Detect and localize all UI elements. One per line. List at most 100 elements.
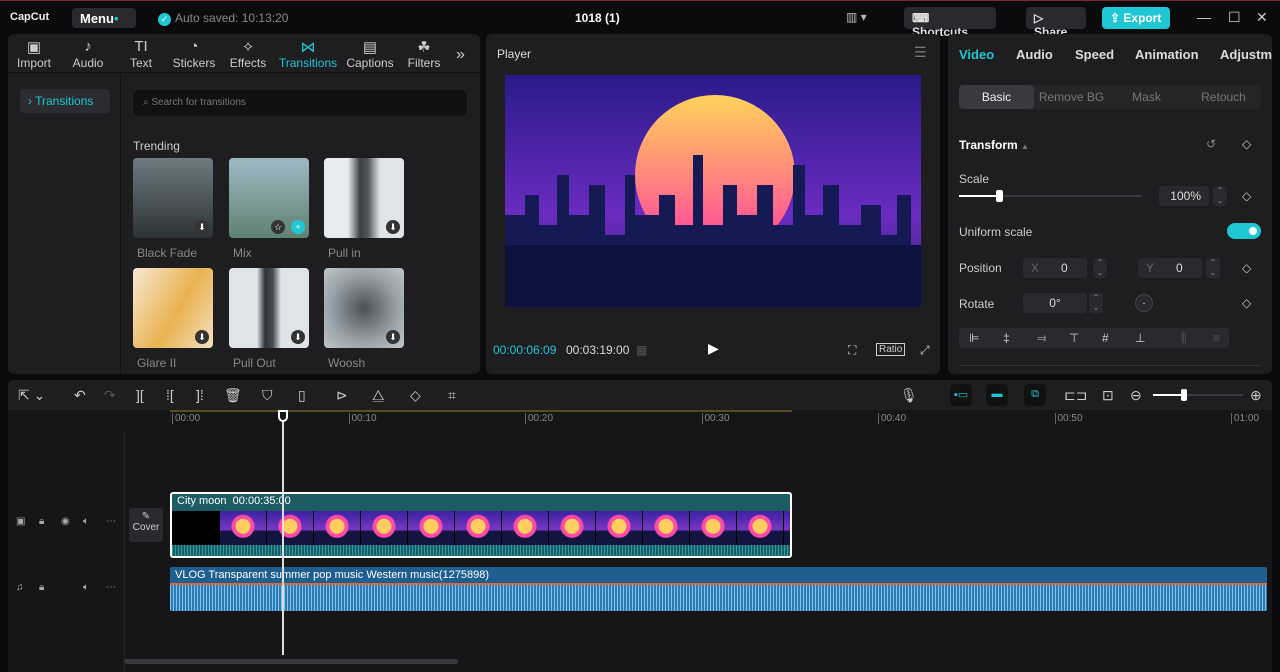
tab-captions[interactable]: ▤ Captions bbox=[342, 38, 398, 70]
transition-pull-in[interactable]: ⬇ bbox=[324, 158, 404, 238]
more-tabs-icon[interactable]: » bbox=[456, 46, 465, 64]
auto-snap-icon[interactable]: ▬ bbox=[986, 384, 1008, 406]
distribute-v-icon[interactable]: ≡ bbox=[1213, 331, 1220, 345]
volume-icon[interactable]: 🔈︎ bbox=[83, 516, 89, 527]
scale-stepper[interactable]: ⌃ ⌄ bbox=[1213, 186, 1227, 206]
align-left-icon[interactable]: ⊫ bbox=[969, 331, 979, 345]
transition-woosh[interactable]: ⬇ bbox=[324, 268, 404, 348]
preview-zoom-icon[interactable]: ⊡ bbox=[1102, 387, 1114, 404]
speed-icon[interactable]: ⊳ bbox=[336, 387, 348, 404]
download-icon[interactable]: ⬇ bbox=[195, 220, 209, 234]
transition-glare-ii[interactable]: ⬇ bbox=[133, 268, 213, 348]
scale-input[interactable]: 100% bbox=[1159, 186, 1209, 206]
slider-handle[interactable] bbox=[1181, 389, 1187, 401]
align-bottom-icon[interactable]: ⊥ bbox=[1135, 331, 1145, 345]
menu-icon[interactable]: ☰ bbox=[914, 44, 927, 61]
tab-filters[interactable]: ☘ Filters bbox=[398, 38, 450, 70]
download-icon[interactable]: ⬇ bbox=[386, 330, 400, 344]
split-icon[interactable]: ][ bbox=[136, 387, 144, 403]
maximize-icon[interactable]: ☐ bbox=[1228, 9, 1241, 26]
transition-black-fade[interactable]: ⬇ bbox=[133, 158, 213, 238]
lock-icon[interactable]: 🔒︎ bbox=[39, 516, 44, 527]
position-y-input[interactable]: Y0 bbox=[1138, 258, 1202, 278]
delete-icon[interactable]: 🗑 bbox=[224, 387, 242, 404]
uniform-scale-toggle[interactable] bbox=[1227, 223, 1261, 239]
tab-adjustment[interactable]: Adjustme bbox=[1220, 47, 1272, 62]
keyframe-icon[interactable]: ◇ bbox=[1242, 261, 1251, 275]
fullscreen-icon[interactable]: ⤢ bbox=[920, 343, 930, 358]
timeline-grid-icon[interactable]: ▦ bbox=[636, 343, 647, 357]
tab-video[interactable]: Video bbox=[959, 47, 994, 62]
search-input[interactable]: ⌕ Search for transitions bbox=[133, 90, 467, 116]
y-stepper[interactable]: ⌃ ⌄ bbox=[1206, 258, 1220, 278]
video-clip[interactable]: City moon 00:00:35:00 bbox=[170, 492, 792, 558]
tab-transitions[interactable]: ⋈ Transitions bbox=[276, 38, 340, 70]
crop-icon[interactable]: ⌗ bbox=[448, 387, 456, 404]
add-icon[interactable]: + bbox=[291, 220, 305, 234]
tab-audio[interactable]: ♪ Audio bbox=[62, 38, 114, 70]
more-icon[interactable]: ⋯ bbox=[106, 516, 116, 527]
slider-handle[interactable] bbox=[995, 190, 1003, 202]
tab-speed[interactable]: Speed bbox=[1075, 47, 1114, 62]
rotate-input[interactable]: 0° bbox=[1023, 293, 1087, 313]
subtab-basic[interactable]: Basic bbox=[959, 85, 1034, 109]
align-center-v-icon[interactable]: # bbox=[1102, 331, 1109, 345]
freeze-icon[interactable]: ▯ bbox=[298, 387, 306, 404]
keyframe-icon[interactable]: ◇ bbox=[1242, 137, 1251, 151]
audio-clip[interactable]: VLOG Transparent summer pop music Wester… bbox=[170, 567, 1267, 611]
more-icon[interactable]: ⋯ bbox=[106, 582, 116, 593]
keyframe-icon[interactable]: ◇ bbox=[1242, 189, 1251, 203]
main-track-magnet-icon[interactable]: ▪▭ bbox=[950, 384, 972, 406]
subtab-mask[interactable]: Mask bbox=[1109, 85, 1184, 109]
download-icon[interactable]: ⬇ bbox=[291, 330, 305, 344]
marker-icon[interactable]: ⛉ bbox=[262, 387, 273, 404]
zoom-in-icon[interactable]: ⊕ bbox=[1250, 387, 1262, 404]
close-icon[interactable]: ✕ bbox=[1256, 9, 1268, 26]
align-top-icon[interactable]: ⊤ bbox=[1069, 331, 1079, 345]
tab-effects[interactable]: ✧ Effects bbox=[222, 38, 274, 70]
subtab-remove-bg[interactable]: Remove BG bbox=[1034, 85, 1109, 109]
undo-icon[interactable]: ↶ bbox=[74, 387, 86, 404]
redo-icon[interactable]: ↷ bbox=[104, 387, 116, 404]
download-icon[interactable]: ⬇ bbox=[386, 220, 400, 234]
playhead[interactable] bbox=[278, 410, 288, 655]
share-button[interactable]: ▷ Share bbox=[1026, 7, 1086, 39]
rotate-stepper[interactable]: ⌃ ⌄ bbox=[1089, 293, 1103, 313]
split-preview-icon[interactable]: ⊏⊐ bbox=[1064, 387, 1087, 404]
microphone-icon[interactable]: 🎙 bbox=[900, 387, 918, 404]
transition-mix[interactable]: ☆ + bbox=[229, 158, 309, 238]
keyframe-icon[interactable]: ◇ bbox=[1242, 296, 1251, 310]
lock-icon[interactable]: 🔒︎ bbox=[39, 582, 44, 593]
volume-icon[interactable]: 🔈︎ bbox=[83, 582, 89, 593]
transition-pull-out[interactable]: ⬇ bbox=[229, 268, 309, 348]
horizontal-scrollbar[interactable] bbox=[124, 659, 458, 664]
tab-text[interactable]: TI Text bbox=[115, 38, 167, 70]
sidebar-item-transitions[interactable]: › Transitions bbox=[20, 89, 110, 113]
tab-animation[interactable]: Animation bbox=[1135, 47, 1199, 62]
mirror-icon[interactable]: ⧋ bbox=[372, 387, 385, 404]
position-x-input[interactable]: X0 bbox=[1023, 258, 1087, 278]
align-center-h-icon[interactable]: ‡ bbox=[1003, 331, 1010, 345]
select-tool-icon[interactable]: ⇱ ⌄ bbox=[18, 387, 45, 404]
subtab-retouch[interactable]: Retouch bbox=[1186, 85, 1261, 109]
linkage-icon[interactable]: ⧉ bbox=[1024, 384, 1046, 406]
trim-left-icon[interactable]: ⁞[ bbox=[166, 387, 174, 403]
timeline-zoom-slider[interactable] bbox=[1153, 389, 1243, 401]
ratio-button[interactable]: Ratio bbox=[876, 343, 906, 356]
play-button[interactable]: ▶ bbox=[708, 340, 719, 357]
x-stepper[interactable]: ⌃ ⌄ bbox=[1093, 258, 1107, 278]
scale-slider[interactable] bbox=[959, 190, 1142, 202]
shortcuts-button[interactable]: ⌨ Shortcuts bbox=[904, 7, 996, 39]
cover-button[interactable]: ✎ Cover bbox=[129, 508, 163, 542]
reset-icon[interactable]: ↺ bbox=[1206, 137, 1216, 151]
visibility-icon[interactable]: ◉ bbox=[61, 516, 70, 527]
minimize-icon[interactable]: — bbox=[1197, 9, 1211, 25]
transform-heading[interactable]: Transform ▲ bbox=[959, 138, 1029, 152]
fit-screen-icon[interactable]: ⛶ bbox=[848, 343, 856, 358]
rotate-dial[interactable]: - bbox=[1135, 294, 1153, 312]
favorite-icon[interactable]: ☆ bbox=[271, 220, 285, 234]
video-preview[interactable] bbox=[505, 75, 921, 307]
download-icon[interactable]: ⬇ bbox=[195, 330, 209, 344]
align-right-icon[interactable]: ⫤ bbox=[1037, 331, 1046, 346]
tab-stickers[interactable]: ◔ Stickers bbox=[168, 38, 220, 70]
